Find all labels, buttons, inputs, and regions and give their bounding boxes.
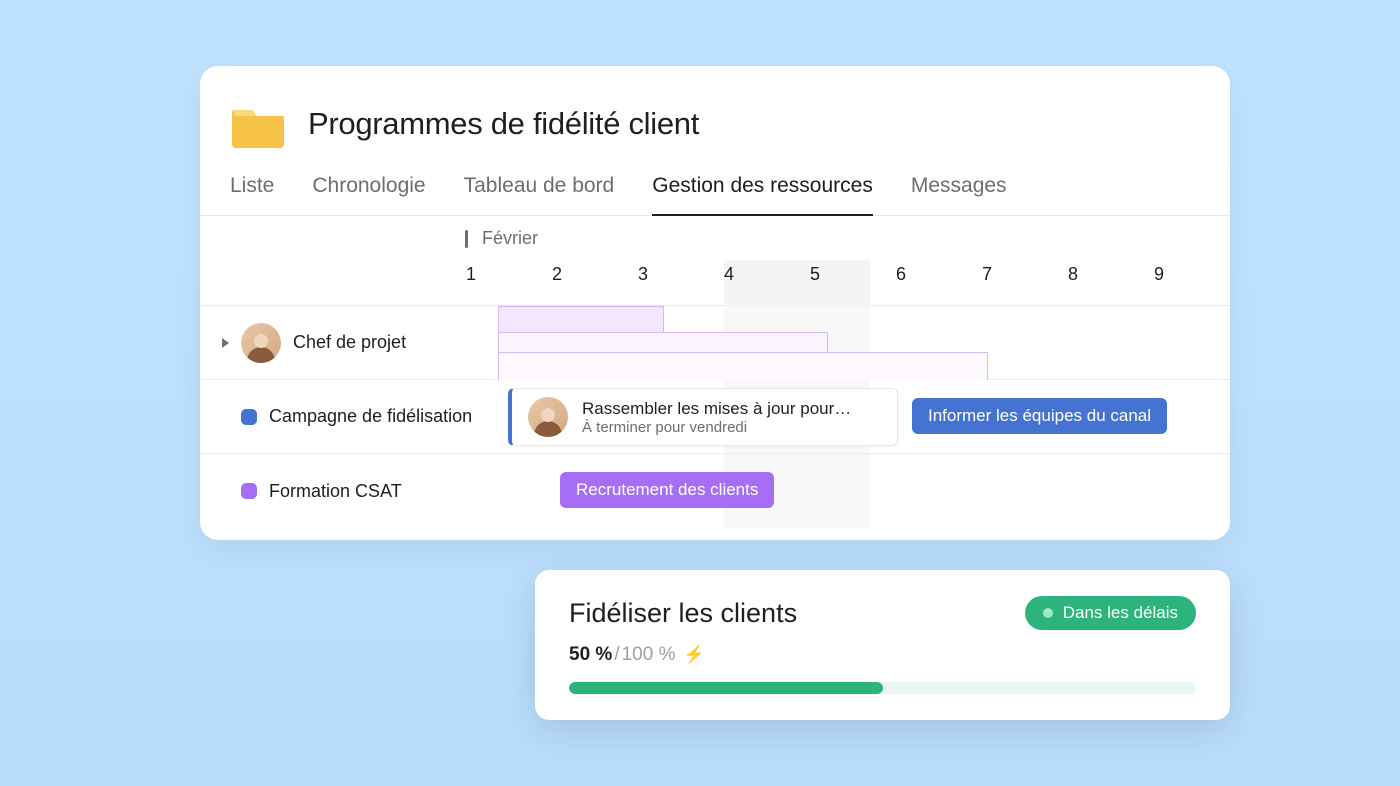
card-header: Programmes de fidélité client [200, 66, 1230, 162]
project-card: Programmes de fidélité client Liste Chro… [200, 66, 1230, 540]
page-title: Programmes de fidélité client [308, 106, 699, 142]
goal-title: Fidéliser les clients [569, 598, 797, 629]
task-title: Rassembler les mises à jour pour… [582, 399, 851, 419]
goal-card: Fidéliser les clients Dans les délais 50… [535, 570, 1230, 720]
timeline-header: Février 1 2 3 4 5 6 7 8 9 [200, 216, 1230, 306]
day-8: 8 [1067, 264, 1079, 285]
day-1: 1 [465, 264, 477, 285]
row-label: Chef de projet [293, 332, 406, 353]
task-pill-recrutement[interactable]: Recrutement des clients [560, 472, 774, 508]
day-6: 6 [895, 264, 907, 285]
progress-fill [569, 682, 883, 694]
status-dot-icon [1043, 608, 1053, 618]
day-2: 2 [551, 264, 563, 285]
row-campagne: Campagne de fidélisation Rassembler les … [200, 380, 1230, 454]
metric-separator: / [614, 644, 619, 666]
day-3: 3 [637, 264, 649, 285]
status-badge[interactable]: Dans les délais [1025, 596, 1196, 630]
task-subtitle: À terminer pour vendredi [582, 419, 851, 436]
metric-target: 100 % [622, 644, 676, 666]
project-chip-icon [241, 409, 257, 425]
day-numbers: 1 2 3 4 5 6 7 8 9 [465, 264, 1165, 285]
workload-bar-low [498, 352, 988, 380]
task-pill-inform[interactable]: Informer les équipes du canal [912, 398, 1167, 434]
folder-icon [230, 96, 286, 152]
tab-messages[interactable]: Messages [911, 174, 1007, 215]
tabs: Liste Chronologie Tableau de bord Gestio… [200, 162, 1230, 216]
day-9: 9 [1153, 264, 1165, 285]
goal-metric: 50 % / 100 % ⚡ [569, 644, 1196, 666]
tab-chronologie[interactable]: Chronologie [312, 174, 425, 215]
expand-caret-icon[interactable] [222, 338, 229, 348]
tab-gestion-ressources[interactable]: Gestion des ressources [652, 174, 873, 216]
tab-liste[interactable]: Liste [230, 174, 274, 215]
bolt-icon: ⚡ [683, 645, 704, 665]
avatar[interactable] [241, 323, 281, 363]
day-7: 7 [981, 264, 993, 285]
workload-bar-high [498, 306, 664, 334]
row-chef-de-projet: Chef de projet [200, 306, 1230, 380]
month-label: Février [482, 228, 538, 249]
timeline-rows: Chef de projet Campagne de fidélisation … [200, 306, 1230, 528]
row-label: Campagne de fidélisation [269, 406, 472, 427]
task-card[interactable]: Rassembler les mises à jour pour… À term… [508, 388, 898, 446]
progress-track [569, 682, 1196, 694]
project-chip-icon [241, 483, 257, 499]
status-label: Dans les délais [1063, 603, 1178, 623]
metric-current: 50 % [569, 644, 612, 666]
tab-tableau-de-bord[interactable]: Tableau de bord [464, 174, 615, 215]
avatar [528, 397, 568, 437]
row-label: Formation CSAT [269, 481, 402, 502]
day-5: 5 [809, 264, 821, 285]
day-4: 4 [723, 264, 735, 285]
row-formation: Formation CSAT Recrutement des clients [200, 454, 1230, 528]
month-marker [465, 230, 468, 248]
